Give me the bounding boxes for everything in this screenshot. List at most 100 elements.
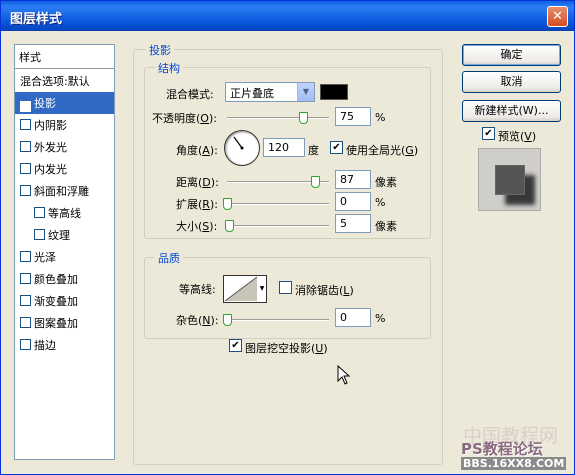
- size-input[interactable]: 5: [335, 214, 371, 233]
- angle-unit: 度: [308, 144, 319, 157]
- size-label: 大小(S):: [176, 220, 218, 233]
- ok-button[interactable]: 确定: [462, 44, 561, 66]
- style-list-item-label: 等高线: [48, 207, 81, 220]
- style-checkbox[interactable]: [20, 339, 31, 350]
- style-checkbox[interactable]: [20, 119, 31, 130]
- style-list-item[interactable]: 内发光: [15, 158, 114, 180]
- style-checkbox[interactable]: [20, 251, 31, 262]
- style-list-item[interactable]: 颜色叠加: [15, 268, 114, 290]
- spread-slider-thumb[interactable]: [223, 198, 232, 210]
- layer-style-dialog: 图层样式 ✕ 样式 混合选项:默认 ✔ 投影 内阴影 外发光 内发光 斜面和浮雕 等高线 纹理光…: [0, 0, 575, 475]
- distance-slider-thumb[interactable]: [311, 176, 320, 188]
- distance-label: 距离(D):: [176, 176, 219, 189]
- style-list-item[interactable]: 内阴影: [15, 114, 114, 136]
- close-icon: ✕: [552, 9, 563, 24]
- knockout-checkbox[interactable]: ✔: [229, 339, 242, 352]
- watermark-logo: 中国教程网 PS教程论坛 BBS.16XX8.COM: [443, 421, 573, 473]
- contour-picker[interactable]: [223, 275, 259, 303]
- style-list-item-label: 内阴影: [34, 119, 67, 132]
- style-list-item[interactable]: 等高线: [15, 202, 114, 224]
- spread-input[interactable]: 0: [335, 192, 371, 211]
- noise-label: 杂色(N):: [176, 314, 219, 327]
- style-checkbox[interactable]: [34, 207, 45, 218]
- preview-square: [495, 165, 525, 195]
- distance-unit: 像素: [375, 176, 397, 189]
- style-list-item-label: 光泽: [34, 251, 56, 264]
- style-checkbox[interactable]: [20, 295, 31, 306]
- style-list-item-label: 混合选项:默认: [20, 75, 90, 88]
- blend-mode-value: 正片叠底: [230, 87, 274, 100]
- style-checkbox[interactable]: [20, 163, 31, 174]
- angle-dial[interactable]: [224, 130, 260, 166]
- preview-label: 预览(V): [498, 130, 537, 143]
- style-list-item[interactable]: ✔ 投影: [15, 92, 114, 114]
- title-bar[interactable]: 图层样式 ✕: [1, 1, 574, 31]
- spread-label: 扩展(R):: [176, 198, 218, 211]
- style-list-item-label: 纹理: [48, 229, 70, 242]
- new-style-button[interactable]: 新建样式(W)...: [462, 100, 561, 122]
- cancel-button[interactable]: 取消: [462, 71, 561, 93]
- style-checkbox[interactable]: ✔: [20, 101, 31, 112]
- style-checkbox[interactable]: [20, 141, 31, 152]
- watermark-line3: BBS.16XX8.COM: [461, 457, 567, 470]
- style-list-item-label: 渐变叠加: [34, 295, 78, 308]
- drop-shadow-title: 投影: [146, 42, 174, 58]
- quality-title: 品质: [155, 250, 183, 266]
- size-unit: 像素: [375, 220, 397, 233]
- noise-slider-thumb[interactable]: [223, 314, 232, 326]
- style-list-item-label: 内发光: [34, 163, 67, 176]
- style-checkbox[interactable]: [20, 317, 31, 328]
- style-list-item-label: 投影: [34, 97, 56, 110]
- angle-needle-icon: [233, 136, 244, 150]
- chevron-down-icon: ▼: [297, 83, 314, 101]
- anti-alias-checkbox[interactable]: [279, 281, 292, 294]
- opacity-label: 不透明度(O):: [152, 112, 217, 125]
- style-checkbox[interactable]: [20, 273, 31, 284]
- distance-slider[interactable]: [227, 176, 329, 188]
- style-list-item[interactable]: 纹理: [15, 224, 114, 246]
- shadow-color-swatch[interactable]: [320, 84, 348, 100]
- size-slider[interactable]: [225, 220, 329, 232]
- spread-slider[interactable]: [223, 198, 329, 210]
- style-list-item-label: 图案叠加: [34, 317, 78, 330]
- style-list-item[interactable]: 斜面和浮雕: [15, 180, 114, 202]
- style-list-item[interactable]: 图案叠加: [15, 312, 114, 334]
- knockout-label: 图层挖空投影(U): [245, 342, 328, 355]
- contour-label: 等高线:: [179, 283, 216, 296]
- style-list-item[interactable]: 混合选项:默认: [15, 70, 114, 92]
- blend-mode-label: 混合模式:: [166, 88, 214, 101]
- blend-mode-select[interactable]: 正片叠底 ▼: [225, 82, 315, 102]
- style-checkbox[interactable]: [34, 229, 45, 240]
- style-list: 样式 混合选项:默认 ✔ 投影内阴影外发光内发光斜面和浮雕等高线纹理光泽颜色叠加渐变…: [14, 44, 115, 460]
- style-list-item[interactable]: 光泽: [15, 246, 114, 268]
- style-list-item[interactable]: 渐变叠加: [15, 290, 114, 312]
- style-list-item-label: 颜色叠加: [34, 273, 78, 286]
- angle-input[interactable]: 120: [263, 138, 305, 157]
- mouse-cursor-icon: [337, 365, 351, 385]
- global-light-label: 使用全局光(G): [346, 144, 419, 157]
- contour-dropdown-arrow[interactable]: ▼: [258, 275, 267, 303]
- noise-input[interactable]: 0: [335, 308, 371, 327]
- close-button[interactable]: ✕: [547, 6, 568, 27]
- structure-title: 结构: [155, 60, 183, 76]
- anti-alias-label: 消除锯齿(L): [295, 284, 354, 297]
- style-list-item-label: 外发光: [34, 141, 67, 154]
- style-checkbox[interactable]: [20, 185, 31, 196]
- opacity-input[interactable]: 75: [335, 107, 371, 126]
- window-title: 图层样式: [10, 12, 63, 27]
- style-list-header[interactable]: 样式: [15, 45, 114, 69]
- style-list-item-label: 斜面和浮雕: [34, 185, 89, 198]
- opacity-slider-thumb[interactable]: [299, 112, 308, 124]
- contour-curve-icon: [224, 276, 258, 302]
- style-preview-thumbnail: [478, 148, 541, 211]
- style-list-item[interactable]: 描边: [15, 334, 114, 356]
- noise-unit: %: [375, 312, 386, 325]
- angle-label: 角度(A):: [176, 144, 218, 157]
- noise-slider[interactable]: [223, 314, 329, 326]
- global-light-checkbox[interactable]: ✔: [330, 141, 343, 154]
- size-slider-thumb[interactable]: [225, 220, 234, 232]
- style-list-item[interactable]: 外发光: [15, 136, 114, 158]
- opacity-slider[interactable]: [227, 112, 329, 124]
- preview-checkbox[interactable]: ✔: [482, 127, 495, 140]
- distance-input[interactable]: 87: [335, 170, 371, 189]
